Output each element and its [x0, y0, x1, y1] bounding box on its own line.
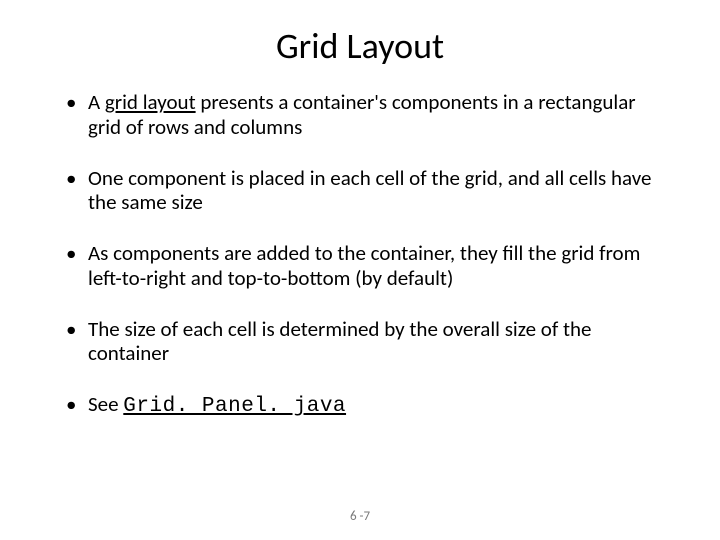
bullet-text: A: [88, 89, 105, 115]
bullet-item: One component is placed in each cell of …: [60, 166, 660, 216]
bullet-item: As components are added to the container…: [60, 241, 660, 291]
bullet-text: One component is placed in each cell of …: [88, 165, 651, 216]
bullet-item: See Grid. Panel. java: [60, 392, 660, 420]
slide: Grid Layout A grid layout presents a con…: [0, 0, 720, 540]
bullet-item: The size of each cell is determined by t…: [60, 317, 660, 367]
code-link: Grid. Panel. java: [123, 395, 346, 418]
bullet-text: See: [88, 391, 123, 417]
slide-title: Grid Layout: [60, 24, 660, 68]
slide-number: 6 -7: [0, 509, 720, 524]
bullet-text: The size of each cell is determined by t…: [88, 316, 592, 367]
bullet-list: A grid layout presents a container's com…: [60, 90, 660, 420]
bullet-item: A grid layout presents a container's com…: [60, 90, 660, 140]
bullet-text: As components are added to the container…: [88, 240, 640, 291]
bullet-term: grid layout: [105, 89, 196, 115]
